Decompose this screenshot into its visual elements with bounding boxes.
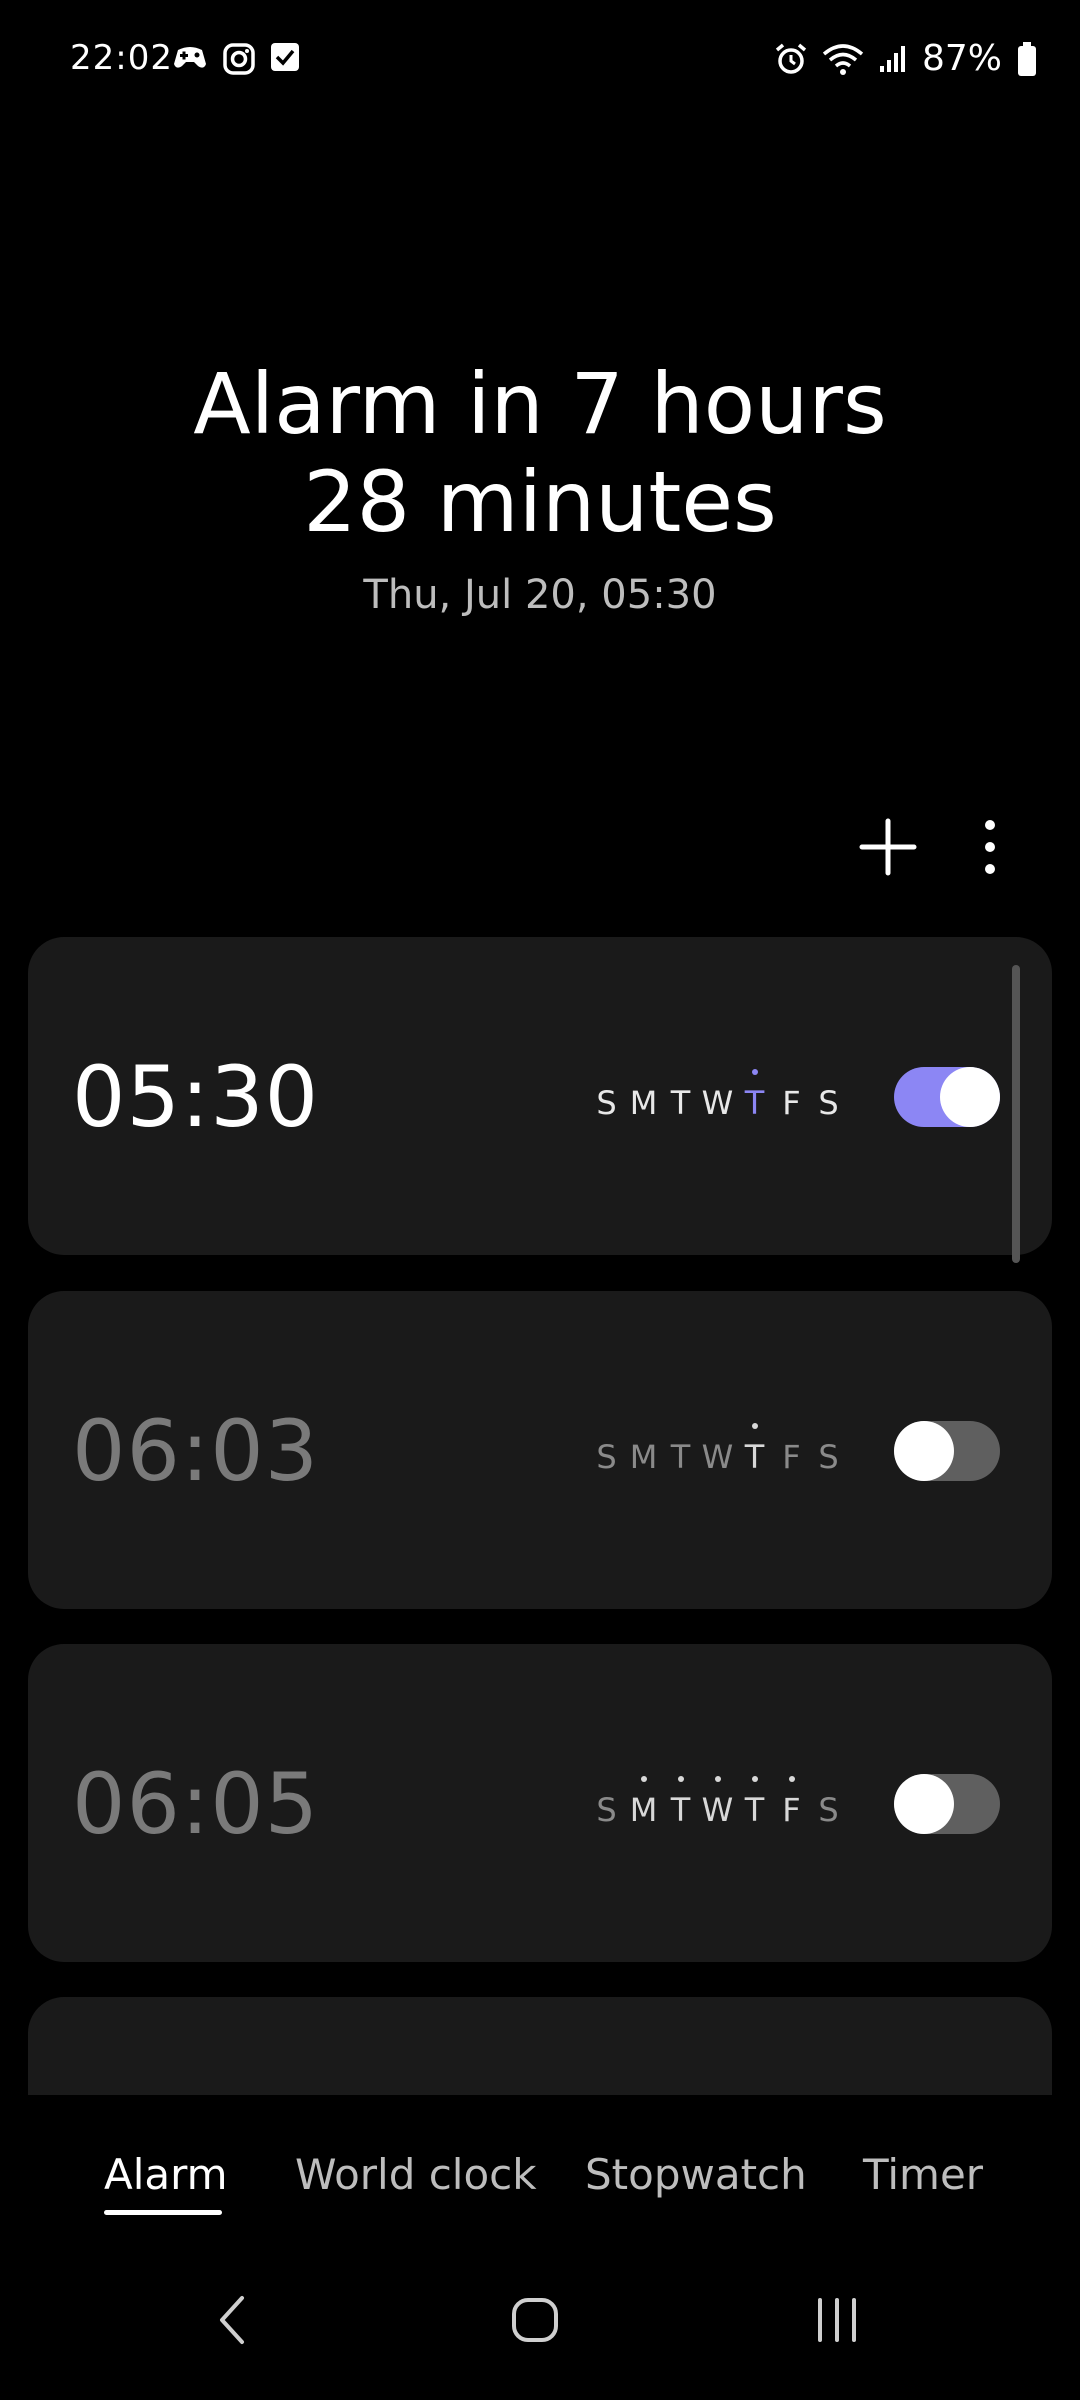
alarm-toggle[interactable] bbox=[894, 1774, 1000, 1834]
navigation-bar bbox=[0, 2290, 1080, 2380]
day-monday: M bbox=[629, 1084, 658, 1122]
day-marker-dot bbox=[751, 1776, 758, 1782]
battery-percentage: 87% bbox=[921, 38, 1002, 79]
recents-icon bbox=[818, 2298, 856, 2342]
day-sunday: S bbox=[596, 1084, 617, 1122]
list-scrollbar[interactable] bbox=[1012, 965, 1020, 1263]
day-wednesday: W bbox=[701, 1084, 734, 1122]
alarm-list[interactable]: 05:30 S M T W T F S 06:03 S M T W T F S … bbox=[28, 937, 1052, 2095]
day-sunday: S bbox=[596, 1438, 617, 1476]
toggle-knob bbox=[894, 1421, 954, 1481]
clock-app-screen: 22:02 87% Alarm in 7 hours 28 minutes Th… bbox=[0, 0, 1080, 2400]
toggle-knob bbox=[894, 1774, 954, 1834]
back-icon bbox=[220, 2296, 244, 2344]
day-marker-dot bbox=[751, 1423, 758, 1429]
tab-timer[interactable]: Timer bbox=[863, 2150, 983, 2199]
tab-world-clock[interactable]: World clock bbox=[295, 2150, 537, 2199]
day-tuesday: T bbox=[662, 1776, 699, 1830]
next-alarm-date: Thu, Jul 20, 05:30 bbox=[363, 572, 717, 618]
alarm-card[interactable]: 06:05 S M T W T F S bbox=[28, 1644, 1052, 1962]
recents-button[interactable] bbox=[812, 2290, 862, 2354]
day-friday: F bbox=[782, 1084, 801, 1122]
add-alarm-button[interactable] bbox=[856, 815, 920, 879]
day-monday: M bbox=[629, 1438, 658, 1476]
toggle-knob bbox=[940, 1067, 1000, 1127]
wifi-icon bbox=[822, 42, 864, 76]
day-marker-dot bbox=[751, 1069, 758, 1075]
day-marker-dot bbox=[788, 1776, 795, 1782]
repeat-days: S M T W T F S bbox=[588, 1776, 847, 1830]
home-icon bbox=[512, 2298, 558, 2342]
back-button[interactable] bbox=[212, 2290, 252, 2354]
day-thursday: T bbox=[736, 1069, 773, 1123]
instagram-icon bbox=[222, 42, 256, 76]
status-left-icons bbox=[172, 42, 300, 76]
day-tuesday: T bbox=[670, 1084, 691, 1122]
alarm-card[interactable] bbox=[28, 1997, 1052, 2095]
day-tuesday: T bbox=[670, 1438, 691, 1476]
day-sunday: S bbox=[596, 1791, 617, 1829]
alarm-card[interactable]: 06:03 S M T W T F S bbox=[28, 1291, 1052, 1609]
home-button[interactable] bbox=[510, 2290, 560, 2354]
alarm-toggle[interactable] bbox=[894, 1067, 1000, 1127]
next-alarm-countdown: Alarm in 7 hours 28 minutes bbox=[0, 355, 1080, 551]
battery-icon bbox=[1016, 41, 1038, 77]
checkbox-icon bbox=[270, 42, 300, 76]
day-saturday: S bbox=[818, 1084, 839, 1122]
alarm-clock-icon bbox=[774, 42, 808, 76]
signal-icon bbox=[878, 44, 908, 74]
repeat-days: S M T W T F S bbox=[588, 1069, 847, 1123]
status-right: 87% bbox=[774, 38, 1038, 79]
countdown-line-2: 28 minutes bbox=[303, 453, 777, 551]
day-thursday: T bbox=[736, 1423, 773, 1477]
day-marker-dot bbox=[714, 1776, 721, 1782]
more-vertical-icon bbox=[985, 820, 995, 874]
day-saturday: S bbox=[818, 1438, 839, 1476]
repeat-days: S M T W T F S bbox=[588, 1423, 847, 1477]
day-saturday: S bbox=[818, 1791, 839, 1829]
status-bar: 22:02 87% bbox=[0, 0, 1080, 120]
alarm-card[interactable]: 05:30 S M T W T F S bbox=[28, 937, 1052, 1255]
tab-alarm[interactable]: Alarm bbox=[104, 2150, 228, 2199]
active-tab-indicator bbox=[104, 2210, 222, 2215]
alarm-toggle[interactable] bbox=[894, 1421, 1000, 1481]
day-thursday: T bbox=[736, 1776, 773, 1830]
status-time: 22:02 bbox=[70, 38, 173, 78]
day-wednesday: W bbox=[699, 1776, 736, 1830]
day-wednesday: W bbox=[701, 1438, 734, 1476]
tab-stopwatch[interactable]: Stopwatch bbox=[585, 2150, 807, 2199]
day-monday: M bbox=[625, 1776, 662, 1830]
day-marker-dot bbox=[640, 1776, 647, 1782]
more-options-button[interactable] bbox=[970, 815, 1010, 879]
day-friday: F bbox=[782, 1438, 801, 1476]
day-marker-dot bbox=[677, 1776, 684, 1782]
plus-icon bbox=[859, 818, 917, 876]
countdown-line-1: Alarm in 7 hours bbox=[193, 355, 887, 453]
alarm-time: 06:03 bbox=[72, 1402, 320, 1500]
day-friday: F bbox=[773, 1776, 810, 1830]
alarm-time: 06:05 bbox=[72, 1755, 320, 1853]
bottom-tabs: Alarm World clock Stopwatch Timer bbox=[0, 2150, 1080, 2230]
alarm-time: 05:30 bbox=[72, 1048, 320, 1146]
game-controller-icon bbox=[172, 42, 208, 76]
